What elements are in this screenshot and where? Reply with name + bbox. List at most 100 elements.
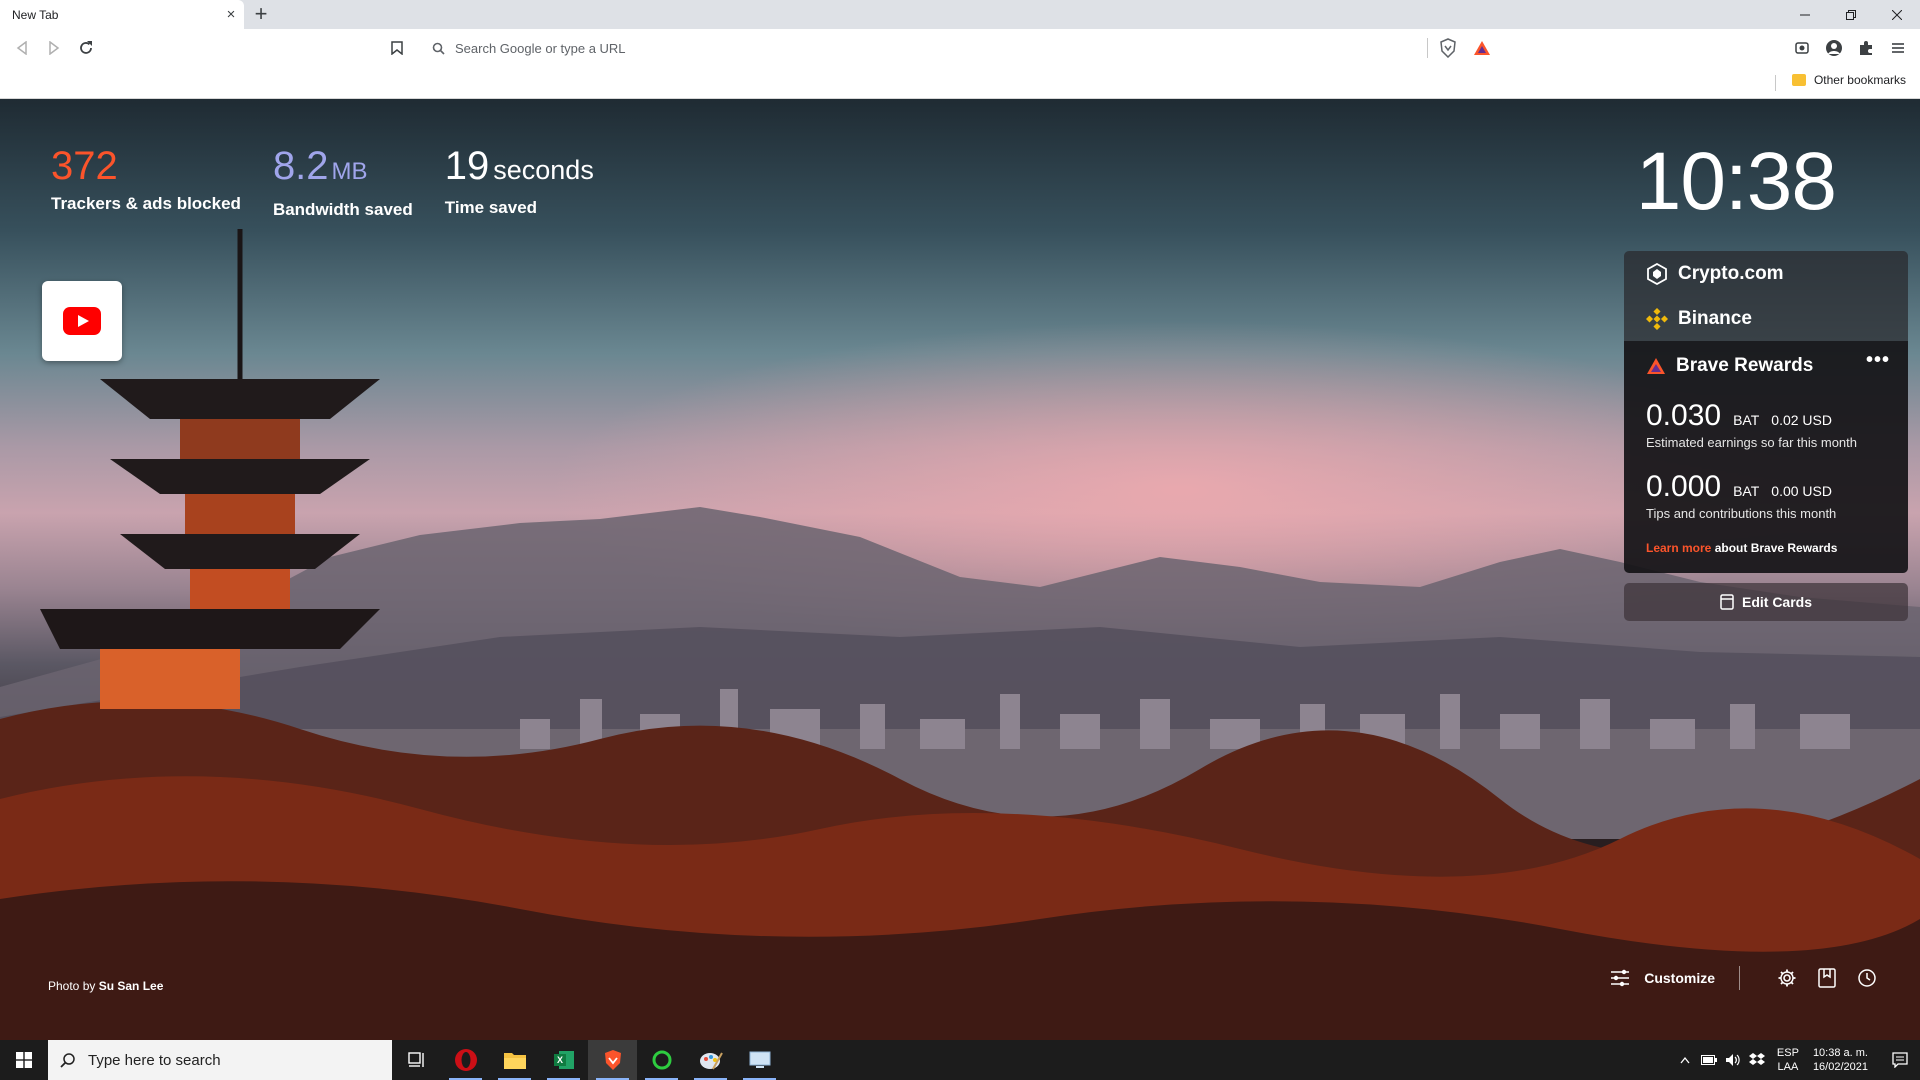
language-region: LAA [1777,1061,1799,1073]
extension-button[interactable] [1790,36,1814,60]
battery-icon [1700,1055,1717,1065]
other-bookmarks-folder[interactable]: Other bookmarks [1791,73,1906,87]
photo-credit-author[interactable]: Su San Lee [99,979,164,993]
taskbar-app-opera[interactable] [441,1040,490,1080]
widget-cards: Crypto.com Binance Brave Rewards ••• 0.0… [1624,251,1908,621]
rewards-more-menu[interactable]: ••• [1866,349,1890,372]
task-view-button[interactable] [392,1040,441,1080]
tips-label: Tips and contributions this month [1646,506,1837,521]
input-language-button[interactable]: ESP LAA [1777,1046,1799,1074]
stat-time: 19 seconds Time saved [445,144,594,220]
restore-icon [1846,9,1856,20]
taskbar-date: 16/02/2021 [1812,1061,1868,1073]
brave-rewards-button[interactable] [1470,36,1494,60]
customize-button[interactable]: Customize [1610,969,1715,987]
puzzle-piece-icon [1860,41,1872,55]
opera-icon [454,1049,477,1071]
action-center-button[interactable] [1880,1052,1920,1068]
taskbar-app-network[interactable] [735,1040,784,1080]
stat-bandwidth-value: 8.2 MB [272,144,368,188]
taskbar-search-box[interactable]: Type here to search [48,1040,392,1080]
task-view-icon [407,1052,424,1067]
camera-extension-icon [1795,42,1809,54]
svg-text:X: X [556,1055,562,1065]
crypto-com-title: Crypto.com [1678,262,1784,284]
menu-button[interactable] [1886,36,1910,60]
top-site-youtube[interactable] [42,281,122,361]
tab-title: New Tab [12,7,59,22]
learn-more-suffix: about Brave Rewards [1711,541,1838,555]
tips-usd: 0.00 USD [1771,483,1832,499]
binance-card[interactable]: Binance [1624,296,1908,341]
windows-logo-icon [16,1052,32,1068]
battery-button[interactable] [1697,1055,1721,1065]
gear-icon [1778,969,1796,987]
show-hidden-icons-button[interactable] [1673,1056,1697,1064]
extensions-menu-button[interactable] [1854,36,1878,60]
history-button[interactable] [1856,967,1878,989]
bookmarks-bar: Other bookmarks [0,67,1920,99]
other-bookmarks-label: Other bookmarks [1813,73,1906,87]
forward-arrow-icon [49,41,60,55]
bat-triangle-icon [1474,41,1490,55]
photo-credit: Photo by Su San Lee [48,979,163,993]
binance-icon [1646,307,1668,330]
stat-bandwidth: 8.2 MB Bandwidth saved [273,144,413,220]
profile-button[interactable] [1822,36,1846,60]
close-window-button[interactable] [1874,0,1920,29]
back-button[interactable] [10,36,34,60]
edit-cards-button[interactable]: Edit Cards [1624,583,1908,621]
new-tab-button[interactable]: + [248,2,274,27]
brave-rewards-card: Brave Rewards ••• 0.030 BAT 0.02 USD Est… [1624,341,1908,573]
stat-trackers-value: 372 [51,144,118,188]
taskbar-app-excel[interactable]: X [539,1040,588,1080]
taskbar-app-brave[interactable] [588,1040,637,1080]
controls-divider [1739,966,1740,990]
volume-button[interactable] [1721,1053,1745,1067]
search-icon [60,1053,75,1068]
folder-icon [1791,74,1806,86]
stats-panel: 372 Trackers & ads blocked 8.2 MB Bandwid… [51,144,626,220]
minimize-button[interactable] [1782,0,1828,29]
taskbar-app-paint[interactable] [686,1040,735,1080]
sliders-icon [1610,969,1630,987]
stat-trackers: 372 Trackers & ads blocked [51,144,241,220]
speaker-icon [1725,1054,1740,1066]
brave-lion-icon [604,1050,621,1070]
hamburger-menu-icon [1892,43,1904,53]
learn-more-link[interactable]: Learn more [1646,541,1711,555]
monitor-icon [749,1051,770,1068]
tab-close-button[interactable]: × [218,6,244,23]
earnings-label: Estimated earnings so far this month [1646,435,1857,450]
bookmark-page-button[interactable] [385,36,409,60]
paint-palette-icon [699,1052,723,1070]
address-bar-placeholder: Search Google or type a URL [455,40,626,56]
reload-button[interactable] [74,36,98,60]
system-tray: ESP LAA 10:38 a. m. 16/02/2021 [1673,1040,1920,1080]
tips-currency: BAT [1733,483,1760,499]
edit-cards-label: Edit Cards [1741,594,1812,610]
dropbox-button[interactable] [1745,1053,1769,1067]
customize-label: Customize [1644,970,1715,986]
restore-button[interactable] [1828,0,1874,29]
forward-button[interactable] [42,36,66,60]
taskbar-clock[interactable]: 10:38 a. m. 16/02/2021 [1813,1046,1868,1074]
binance-title: Binance [1678,307,1752,329]
new-tab-page: 372 Trackers & ads blocked 8.2 MB Bandwid… [0,99,1920,1040]
start-button[interactable] [0,1040,48,1080]
taskbar-time: 10:38 a. m. [1812,1047,1868,1059]
bookmarks-button[interactable] [1816,967,1838,989]
brave-lion-shield-icon [1440,38,1456,58]
taskbar-app-file-explorer[interactable] [490,1040,539,1080]
tab-new-tab[interactable]: New Tab × [0,0,244,29]
settings-button[interactable] [1776,967,1798,989]
bookmarks-divider [1775,75,1776,91]
address-bar[interactable]: Search Google or type a URL [420,34,1500,62]
brave-shields-button[interactable] [1436,36,1460,60]
back-arrow-icon [16,41,27,55]
page-controls: Customize [1610,966,1878,990]
edit-cards-icon [1720,594,1734,610]
dropbox-icon [1748,1053,1765,1065]
taskbar-app-green-circle[interactable] [637,1040,686,1080]
crypto-com-card[interactable]: Crypto.com [1624,251,1908,296]
